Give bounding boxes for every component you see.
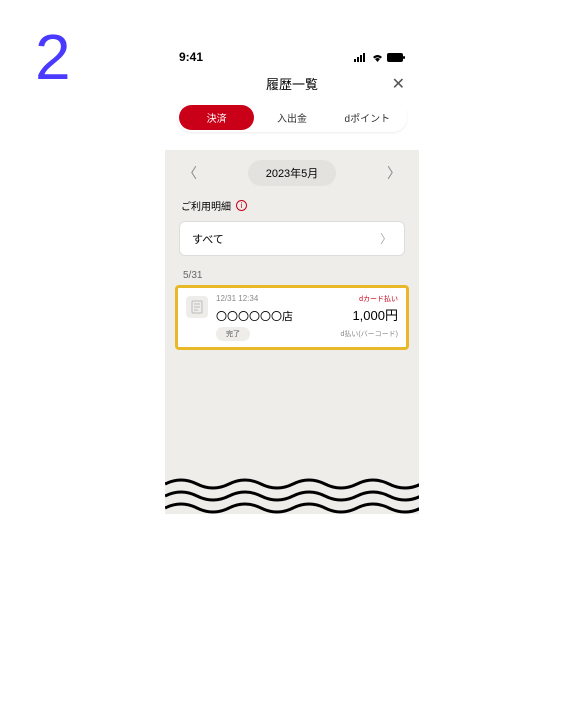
wifi-icon [371,53,384,62]
close-button[interactable]: ✕ [392,74,405,94]
month-label[interactable]: 2023年5月 [248,160,337,186]
status-time: 9:41 [179,50,203,64]
transaction-datetime: 12/31 12:34 [216,294,258,303]
usage-section-label: ご利用明細 i [165,194,419,221]
transaction-body: 12/31 12:34 dカード払い 〇〇〇〇〇〇店 1,000円 完了 d払い… [216,294,398,341]
filter-select[interactable]: すべて 〉 [179,221,405,256]
battery-icon [387,53,405,62]
chevron-right-icon: 〉 [380,230,392,247]
transaction-amount: 1,000円 [352,305,398,324]
tab-dpoint[interactable]: dポイント [330,105,405,130]
status-bar: 9:41 [165,44,419,64]
transaction-item[interactable]: 12/31 12:34 dカード払い 〇〇〇〇〇〇店 1,000円 完了 d払い… [175,285,409,350]
prev-month-button[interactable]: 〈 [183,163,197,183]
info-icon[interactable]: i [236,200,247,211]
tab-bar: 決済 入出金 dポイント [177,103,407,132]
page-header: 履歴一覧 ✕ [165,64,419,103]
signal-icon [354,53,368,62]
filter-value: すべて [192,231,224,247]
tab-payment[interactable]: 決済 [179,105,254,130]
transaction-card-label: dカード払い [359,294,398,304]
receipt-icon [186,296,208,318]
usage-label-text: ご利用明細 [181,198,231,213]
transaction-method: d払い(バーコード) [340,329,398,339]
transaction-store: 〇〇〇〇〇〇店 [216,308,293,324]
status-icons [354,53,405,62]
next-month-button[interactable]: 〉 [387,163,401,183]
month-navigator: 〈 2023年5月 〉 [165,150,419,194]
date-group-label: 5/31 [165,270,419,285]
page-title: 履歴一覧 [266,74,318,93]
step-number: 2 [35,25,71,89]
tab-deposit[interactable]: 入出金 [254,105,329,130]
phone-screen: 9:41 履歴一覧 ✕ 決済 入出金 dポイント 〈 2023年5月 〉 ご利用… [165,44,419,514]
wave-decoration [165,476,419,514]
transaction-status: 完了 [216,327,250,341]
